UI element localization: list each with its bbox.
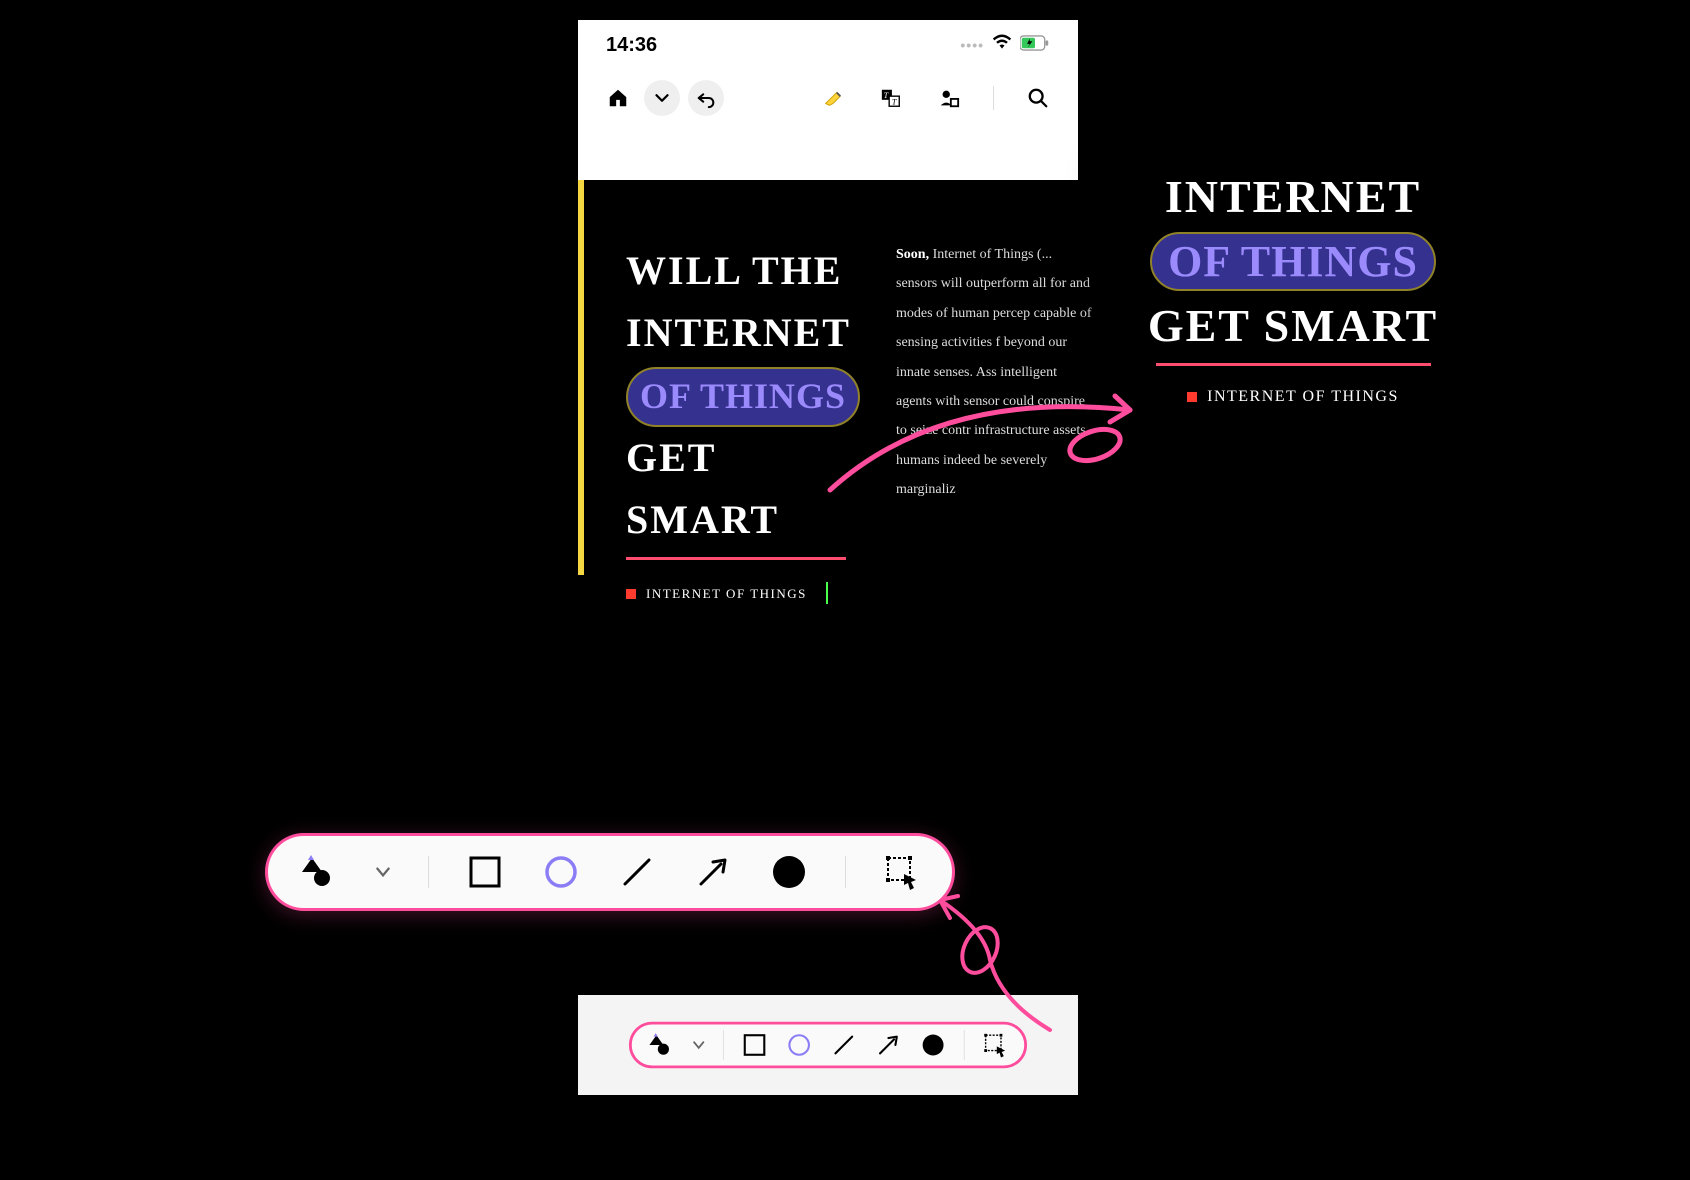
undo-button[interactable]: [688, 80, 724, 116]
shape-bar-separator: [723, 1030, 724, 1060]
highlighter-button[interactable]: [815, 80, 851, 116]
arrow-tool[interactable]: [875, 1031, 903, 1059]
shape-bar-separator-large-2: [845, 856, 846, 888]
zoom-line3: GET SMART: [1148, 295, 1438, 357]
zoom-line1: INTERNET: [1165, 166, 1421, 228]
status-right: ••••: [960, 33, 1050, 57]
dropdown-button[interactable]: [644, 80, 680, 116]
square-tool[interactable]: [741, 1031, 769, 1059]
status-time: 14:36: [606, 34, 657, 57]
shapes-chevron-icon[interactable]: [691, 1031, 706, 1059]
circle-tool[interactable]: [785, 1031, 813, 1059]
selection-tool-large[interactable]: [882, 852, 922, 892]
document-content: WILL THE INTERNET OF THINGS GET SMART IN…: [626, 240, 1078, 602]
headline-line4: GET SMART: [626, 435, 779, 542]
zoom-category-row: INTERNET OF THINGS: [1187, 388, 1399, 406]
margin-highlight: [578, 180, 584, 575]
zoom-category-label: INTERNET OF THINGS: [1207, 388, 1399, 406]
home-button[interactable]: [600, 80, 636, 116]
body-paragraph: Internet of Things (... sensors will out…: [896, 247, 1092, 497]
line-tool-large[interactable]: [617, 852, 657, 892]
toolbar-separator: [993, 86, 994, 110]
shape-bar-large: [265, 833, 955, 911]
headline-line2: INTERNET: [626, 310, 851, 355]
shapes-menu-button-large[interactable]: [298, 852, 338, 892]
bottom-toolbar: [578, 995, 1078, 1095]
selection-tool[interactable]: [981, 1031, 1009, 1059]
zoom-pill: OF THINGS: [1150, 232, 1436, 291]
shape-bar-separator-2: [964, 1030, 965, 1060]
shapes-chevron-icon-large[interactable]: [374, 852, 392, 892]
square-tool-large[interactable]: [465, 852, 505, 892]
text-cursor-icon: [826, 582, 828, 604]
signal-dots-icon: ••••: [960, 37, 984, 53]
battery-icon: [1020, 34, 1050, 57]
fill-tool[interactable]: [919, 1031, 947, 1059]
page-headline: WILL THE INTERNET OF THINGS GET SMART: [626, 240, 866, 551]
search-button[interactable]: [1020, 80, 1056, 116]
text-style-button[interactable]: TT: [873, 80, 909, 116]
insert-image-button[interactable]: [931, 80, 967, 116]
phone-frame: 14:36 ••••: [578, 20, 1078, 1095]
zoom-category-marker-icon: [1187, 392, 1197, 402]
shape-bar-separator-large: [428, 856, 429, 888]
underline-decoration: [626, 557, 846, 560]
body-text: Soon, Internet of Things (... sensors wi…: [896, 240, 1096, 505]
toolbar-right: TT: [815, 80, 1056, 116]
category-row: INTERNET OF THINGS: [626, 586, 1078, 602]
status-bar: 14:36 ••••: [578, 20, 1078, 70]
shapes-menu-button[interactable]: [647, 1031, 675, 1059]
category-label: INTERNET OF THINGS: [646, 586, 807, 602]
zoom-underline-decoration: [1156, 363, 1431, 366]
circle-tool-large[interactable]: [541, 852, 581, 892]
app-toolbar: TT: [578, 70, 1078, 125]
body-lead: Soon,: [896, 247, 929, 262]
arrow-tool-large[interactable]: [693, 852, 733, 892]
shape-bar-small: [629, 1022, 1027, 1069]
headline-line1: WILL THE: [626, 248, 842, 293]
line-tool[interactable]: [830, 1031, 858, 1059]
toolbar-left: [600, 80, 724, 116]
wifi-icon: [992, 33, 1012, 57]
fill-tool-large[interactable]: [769, 852, 809, 892]
zoom-preview-card: INTERNET OF THINGS GET SMART INTERNET OF…: [1100, 152, 1486, 450]
headline-pill: OF THINGS: [626, 367, 860, 427]
category-marker-icon: [626, 589, 636, 599]
